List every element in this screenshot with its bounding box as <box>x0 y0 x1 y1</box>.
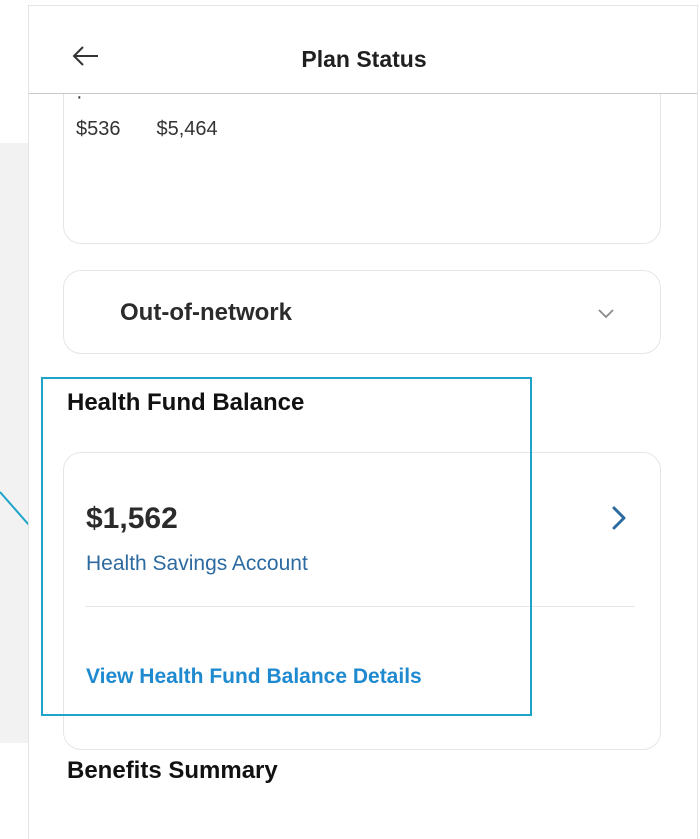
health-fund-card <box>63 452 661 750</box>
card-divider <box>85 606 635 607</box>
phone-screen: · $536 $5,464 Out-of-network Health Fund… <box>28 5 698 839</box>
spending-amounts: $536 $5,464 <box>76 118 218 141</box>
chevron-right-icon[interactable] <box>605 504 633 532</box>
out-of-network-label: Out-of-network <box>120 299 292 326</box>
app-bar: Plan Status <box>29 6 697 94</box>
amount-spent: $536 <box>76 118 121 140</box>
health-fund-amount: $1,562 <box>86 502 178 535</box>
page-title: Plan Status <box>301 46 427 72</box>
view-health-fund-details-link[interactable]: View Health Fund Balance Details <box>86 665 422 689</box>
health-fund-account-type: Health Savings Account <box>86 552 308 575</box>
amount-remaining: $5,464 <box>156 118 218 140</box>
out-of-network-accordion[interactable]: Out-of-network <box>63 270 661 354</box>
benefits-summary-title: Benefits Summary <box>67 757 278 784</box>
health-fund-title: Health Fund Balance <box>67 389 305 416</box>
chevron-down-icon <box>598 309 614 319</box>
